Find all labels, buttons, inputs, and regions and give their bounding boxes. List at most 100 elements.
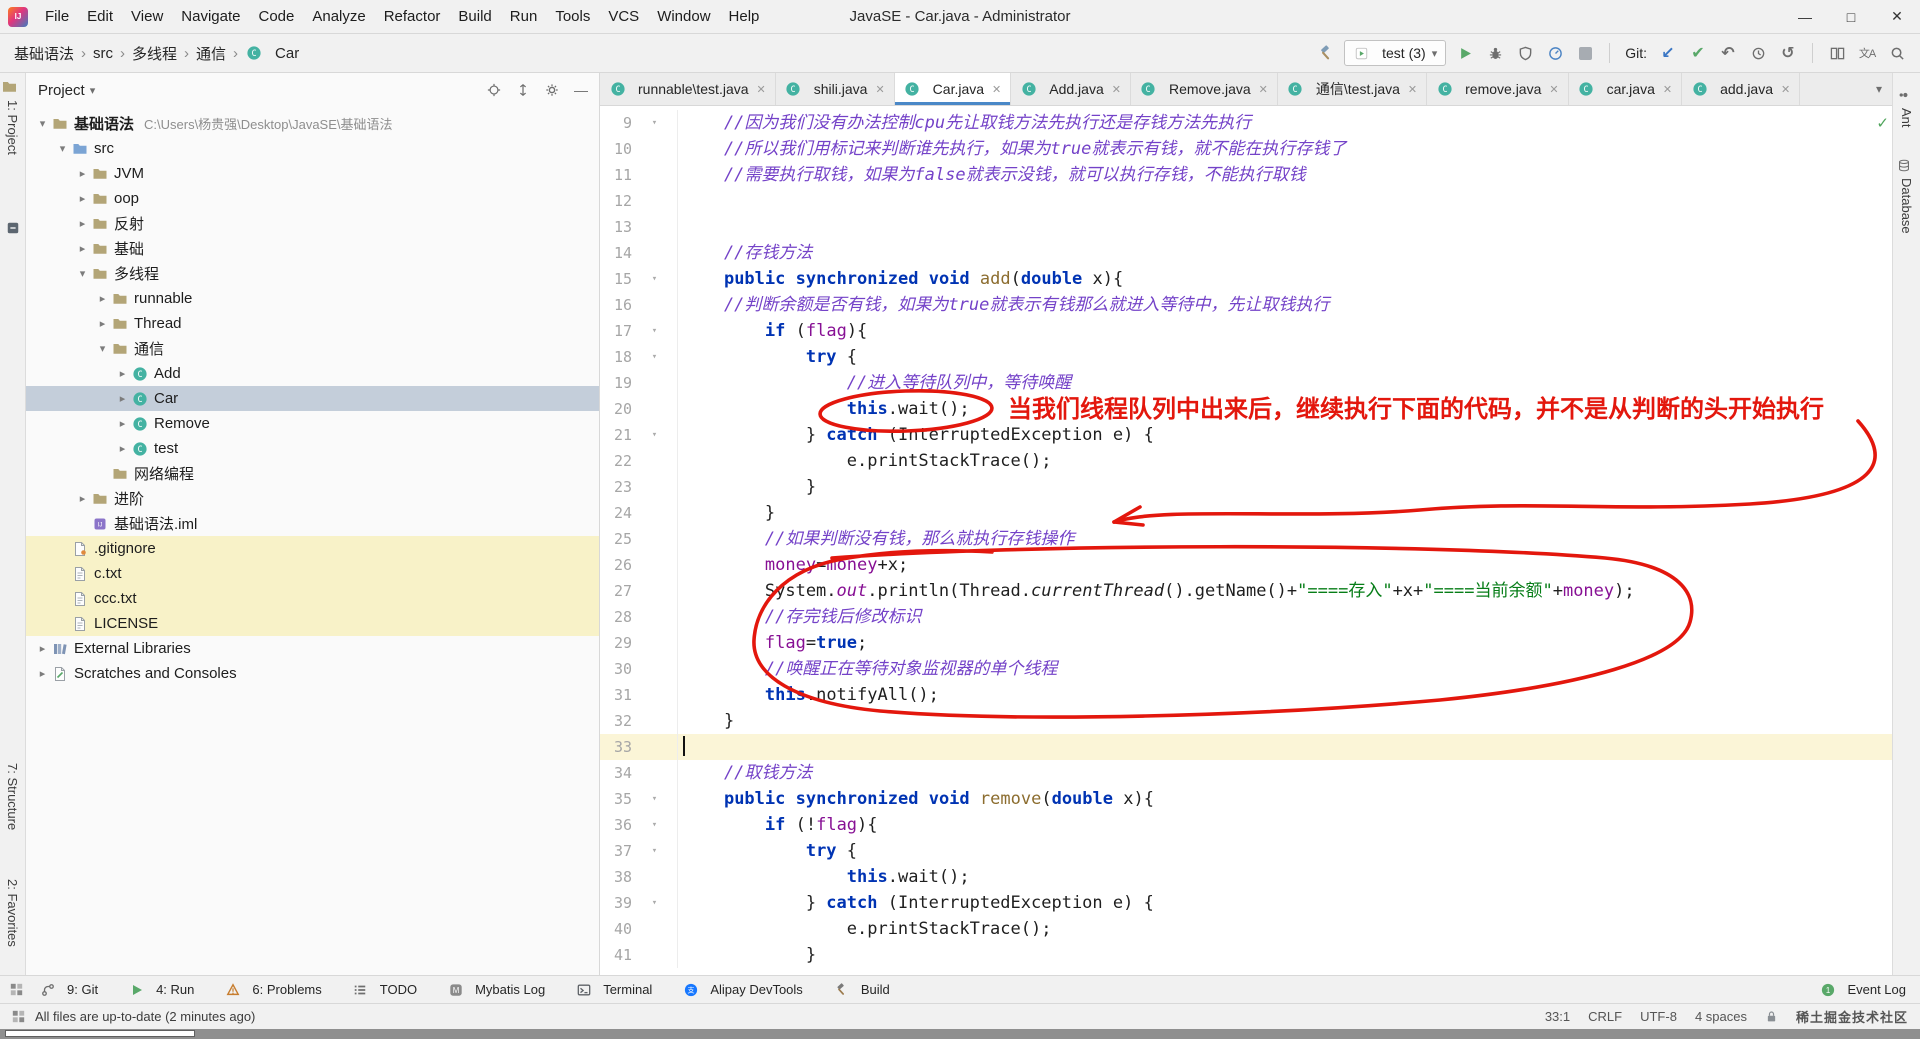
tool-stripe-database[interactable]: Database [1895, 157, 1918, 234]
stop-button[interactable] [1574, 42, 1596, 64]
code-text[interactable]: if (!flag){ [678, 812, 1892, 838]
menu-window[interactable]: Window [648, 0, 719, 33]
close-icon[interactable]: ✕ [1549, 83, 1558, 96]
tool-stripe-structure[interactable]: 7: Structure [5, 763, 20, 830]
tree-chevron-icon[interactable]: ▸ [74, 167, 91, 180]
tree-chevron-icon[interactable]: ▸ [34, 667, 51, 680]
fold-icon[interactable]: ▾ [632, 890, 677, 916]
breadcrumb-item-多线程[interactable]: 多线程 [132, 43, 177, 64]
tree-chevron-icon[interactable]: ▸ [74, 217, 91, 230]
tree-chevron-icon[interactable]: ▸ [74, 492, 91, 505]
toolwindow-9-git[interactable]: 9: Git [39, 982, 98, 998]
code-editor[interactable]: 9 ▾ //因为我们没有办法控制cpu先让取钱方法先执行还是存钱方法先执行 10 /… [600, 106, 1892, 975]
code-line-9[interactable]: 9 ▾ //因为我们没有办法控制cpu先让取钱方法先执行还是存钱方法先执行 [600, 110, 1892, 136]
tree-item-src[interactable]: ▾ src [26, 136, 599, 161]
line-ending[interactable]: CRLF [1588, 1009, 1622, 1024]
code-line-15[interactable]: 15 ▾ public synchronized void add(double … [600, 266, 1892, 292]
code-text[interactable]: e.printStackTrace(); [678, 448, 1892, 474]
code-line-36[interactable]: 36 ▾ if (!flag){ [600, 812, 1892, 838]
tree-item--gitignore[interactable]: .gitignore [26, 536, 599, 561]
toolwindow-4-run[interactable]: 4: Run [128, 982, 194, 998]
tree-item-基础语法[interactable]: ▾ 基础语法 C:\Users\杨贵强\Desktop\JavaSE\基础语法 [26, 111, 599, 136]
tree-item-car[interactable]: ▸ C Car [26, 386, 599, 411]
menu-tools[interactable]: Tools [546, 0, 599, 33]
code-line-30[interactable]: 30 //唤醒正在等待对象监视器的单个线程 [600, 656, 1892, 682]
code-line-21[interactable]: 21 ▾ } catch (InterruptedException e) { [600, 422, 1892, 448]
code-text[interactable]: try { [678, 838, 1892, 864]
debug-button[interactable] [1484, 42, 1506, 64]
code-line-33[interactable]: 33 [600, 734, 1892, 760]
tree-chevron-icon[interactable]: ▸ [114, 442, 131, 455]
menu-code[interactable]: Code [249, 0, 303, 33]
code-text[interactable]: System.out.println(Thread.currentThread(… [678, 578, 1892, 604]
code-text[interactable]: //判断余额是否有钱，如果为true就表示有钱那么就进入等待中，先让取钱执行 [678, 292, 1892, 318]
fold-icon[interactable]: ▾ [632, 422, 677, 448]
tree-item-license[interactable]: LICENSE [26, 611, 599, 636]
caret-position[interactable]: 33:1 [1545, 1009, 1570, 1024]
lock-icon[interactable] [1765, 1010, 1778, 1023]
code-line-28[interactable]: 28 //存完钱后修改标识 [600, 604, 1892, 630]
tree-chevron-icon[interactable]: ▸ [74, 192, 91, 205]
file-encoding[interactable]: UTF-8 [1640, 1009, 1677, 1024]
tree-item-jvm[interactable]: ▸ JVM [26, 161, 599, 186]
tab-add-java[interactable]: C Add.java ✕ [1011, 73, 1131, 105]
tree-item-c-txt[interactable]: c.txt [26, 561, 599, 586]
code-text[interactable]: //存完钱后修改标识 [678, 604, 1892, 630]
tree-item-基础[interactable]: ▸ 基础 [26, 236, 599, 261]
tool-windows-grid-icon[interactable] [10, 983, 23, 996]
revert-button[interactable]: ↺ [1777, 42, 1799, 64]
breadcrumb-item-基础语法[interactable]: 基础语法 [14, 43, 74, 64]
toolwindow-terminal[interactable]: Terminal [575, 982, 652, 998]
tree-chevron-icon[interactable]: ▸ [114, 367, 131, 380]
code-line-39[interactable]: 39 ▾ } catch (InterruptedException e) { [600, 890, 1892, 916]
gear-icon[interactable] [544, 82, 560, 98]
tab-car-java[interactable]: C Car.java ✕ [894, 73, 1012, 105]
code-line-37[interactable]: 37 ▾ try { [600, 838, 1892, 864]
editor-scrollbar[interactable]: ✓ [1876, 106, 1892, 975]
close-icon[interactable]: ✕ [1259, 83, 1268, 96]
code-line-10[interactable]: 10 //所以我们用标记来判断谁先执行，如果为true就表示有钱，就不能在执行存… [600, 136, 1892, 162]
code-line-29[interactable]: 29 flag=true; [600, 630, 1892, 656]
chevron-down-icon[interactable]: ▾ [90, 84, 96, 97]
tab-shili-java[interactable]: Cshili.java ✕ [775, 73, 895, 105]
tab-add-java[interactable]: Cadd.java ✕ [1682, 73, 1801, 105]
code-text[interactable]: //如果判断没有钱，那么就执行存钱操作 [678, 526, 1892, 552]
tree-item-网络编程[interactable]: 网络编程 [26, 461, 599, 486]
history-button[interactable] [1747, 42, 1769, 64]
fold-icon[interactable]: ▾ [632, 812, 677, 838]
menu-help[interactable]: Help [720, 0, 769, 33]
translate-button[interactable]: 文A [1856, 42, 1878, 64]
close-icon[interactable]: ✕ [1112, 83, 1121, 96]
close-icon[interactable]: ✕ [1781, 83, 1790, 96]
fold-icon[interactable]: ▾ [632, 266, 677, 292]
close-icon[interactable]: ✕ [1408, 83, 1417, 96]
tree-chevron-icon[interactable]: ▾ [74, 267, 91, 280]
toolwindow-todo[interactable]: TODO [352, 982, 417, 998]
tree-item-add[interactable]: ▸ C Add [26, 361, 599, 386]
code-text[interactable]: e.printStackTrace(); [678, 916, 1892, 942]
tab-remove-java[interactable]: Cremove.java ✕ [1427, 73, 1569, 105]
code-text[interactable]: this.wait(); [678, 864, 1892, 890]
fold-icon[interactable]: ▾ [632, 344, 677, 370]
code-text[interactable]: flag=true; [678, 630, 1892, 656]
code-line-40[interactable]: 40 e.printStackTrace(); [600, 916, 1892, 942]
close-icon[interactable]: ✕ [757, 83, 766, 96]
run-config-selector[interactable]: test (3) ▾ [1344, 40, 1447, 66]
code-line-13[interactable]: 13 [600, 214, 1892, 240]
locate-file-icon[interactable] [486, 82, 502, 98]
tree-item-oop[interactable]: ▸ oop [26, 186, 599, 211]
code-line-12[interactable]: 12 [600, 188, 1892, 214]
toolwindow-alipay-devtools[interactable]: 支 Alipay DevTools [682, 982, 803, 998]
tool-stripe-ant[interactable]: Ant [1895, 87, 1918, 128]
code-text[interactable] [678, 188, 1892, 214]
code-line-24[interactable]: 24 } [600, 500, 1892, 526]
code-line-32[interactable]: 32 } [600, 708, 1892, 734]
code-line-27[interactable]: 27 System.out.println(Thread.currentThre… [600, 578, 1892, 604]
tree-chevron-icon[interactable]: ▸ [114, 417, 131, 430]
tab-car-java[interactable]: Ccar.java ✕ [1568, 73, 1683, 105]
close-button[interactable]: ✕ [1874, 0, 1920, 33]
code-text[interactable]: public synchronized void add(double x){ [678, 266, 1892, 292]
fold-icon[interactable]: ▾ [632, 318, 677, 344]
code-text[interactable]: } [678, 942, 1892, 968]
code-text[interactable]: } catch (InterruptedException e) { [678, 422, 1892, 448]
